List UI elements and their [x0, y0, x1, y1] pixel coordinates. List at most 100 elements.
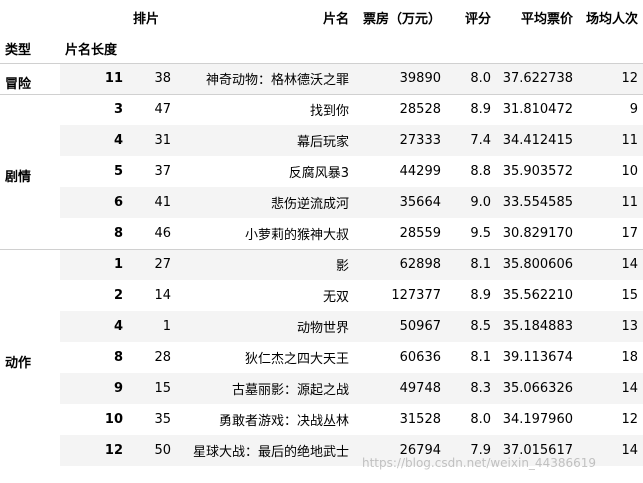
box-office-cell: 44299	[354, 156, 446, 187]
paipian-cell: 28	[128, 342, 176, 373]
avg-price-cell: 33.554585	[496, 187, 578, 218]
paipian-cell: 27	[128, 248, 176, 280]
box-office-cell: 39890	[354, 62, 446, 94]
paipian-cell: 37	[128, 156, 176, 187]
header-blank	[496, 34, 578, 64]
box-office-cell: 35664	[354, 187, 446, 218]
score-cell: 8.5	[446, 311, 496, 342]
paipian-cell: 38	[128, 62, 176, 94]
avg-viewers-cell: 9	[578, 93, 643, 125]
header-blank	[128, 34, 176, 64]
title-cell: 反腐风暴3	[176, 156, 354, 187]
title-cell: 神奇动物：格林德沃之罪	[176, 62, 354, 94]
title-cell: 影	[176, 248, 354, 280]
paipian-cell: 46	[128, 218, 176, 249]
title-cell: 古墓丽影：源起之战	[176, 373, 354, 404]
box-office-cell: 26794	[354, 435, 446, 466]
column-header-score: 评分	[464, 11, 491, 27]
score-cell: 9.0	[446, 187, 496, 218]
title-length-cell: 9	[60, 373, 128, 404]
column-header-title: 片名	[322, 11, 349, 27]
avg-price-cell: 39.113674	[496, 342, 578, 373]
table-row: 2 14 无双 127377 8.9 35.562210 15	[0, 280, 643, 311]
paipian-cell: 47	[128, 93, 176, 125]
column-header-box-office: 票房（万元）	[362, 11, 441, 27]
avg-price-cell: 35.066326	[496, 373, 578, 404]
title-cell: 狄仁杰之四大天王	[176, 342, 354, 373]
dataframe-table: 排片 片名 票房（万元） 评分 平均票价 场均人次 类型 片名长度 冒险 11 …	[0, 0, 643, 466]
paipian-cell: 31	[128, 125, 176, 156]
genre-label: 剧情	[0, 93, 60, 249]
score-cell: 8.0	[446, 62, 496, 94]
title-length-cell: 4	[60, 125, 128, 156]
title-length-cell: 10	[60, 404, 128, 435]
score-cell: 8.3	[446, 373, 496, 404]
table-row: 9 15 古墓丽影：源起之战 49748 8.3 35.066326 14	[0, 373, 643, 404]
box-office-cell: 127377	[354, 280, 446, 311]
avg-viewers-cell: 14	[578, 248, 643, 280]
title-length-cell: 3	[60, 93, 128, 125]
table-row: 12 50 星球大战：最后的绝地武士 26794 7.9 37.015617 1…	[0, 435, 643, 466]
table-row: 4 31 幕后玩家 27333 7.4 34.412415 11	[0, 125, 643, 156]
title-length-cell: 8	[60, 218, 128, 249]
header-blank	[354, 34, 446, 64]
box-office-cell: 28528	[354, 93, 446, 125]
paipian-cell: 50	[128, 435, 176, 466]
paipian-cell: 35	[128, 404, 176, 435]
avg-viewers-cell: 14	[578, 435, 643, 466]
title-length-cell: 6	[60, 187, 128, 218]
title-cell: 找到你	[176, 93, 354, 125]
title-length-cell: 4	[60, 311, 128, 342]
avg-viewers-cell: 14	[578, 373, 643, 404]
avg-viewers-cell: 18	[578, 342, 643, 373]
avg-viewers-cell: 12	[578, 404, 643, 435]
paipian-cell: 1	[128, 311, 176, 342]
avg-viewers-cell: 11	[578, 125, 643, 156]
header-blank	[0, 0, 60, 34]
genre-label: 冒险	[0, 62, 60, 94]
header-blank	[176, 34, 354, 64]
index-header-row: 类型 片名长度	[0, 34, 643, 64]
table-row: 冒险 11 38 神奇动物：格林德沃之罪 39890 8.0 37.622738…	[0, 62, 643, 94]
title-length-cell: 8	[60, 342, 128, 373]
paipian-cell: 41	[128, 187, 176, 218]
title-cell: 悲伤逆流成河	[176, 187, 354, 218]
header-blank	[60, 0, 128, 34]
table-row: 10 35 勇敢者游戏：决战丛林 31528 8.0 34.197960 12	[0, 404, 643, 435]
title-cell: 无双	[176, 280, 354, 311]
avg-price-cell: 30.829170	[496, 218, 578, 249]
avg-viewers-cell: 10	[578, 156, 643, 187]
avg-price-cell: 37.015617	[496, 435, 578, 466]
title-length-cell: 12	[60, 435, 128, 466]
column-header-row: 排片 片名 票房（万元） 评分 平均票价 场均人次	[0, 0, 643, 34]
score-cell: 7.9	[446, 435, 496, 466]
box-office-cell: 60636	[354, 342, 446, 373]
title-cell: 动物世界	[176, 311, 354, 342]
column-header-avg-price: 平均票价	[520, 11, 573, 27]
table-row: 5 37 反腐风暴3 44299 8.8 35.903572 10	[0, 156, 643, 187]
box-office-cell: 50967	[354, 311, 446, 342]
avg-viewers-cell: 15	[578, 280, 643, 311]
avg-price-cell: 35.184883	[496, 311, 578, 342]
title-length-cell: 1	[60, 248, 128, 280]
avg-viewers-cell: 17	[578, 218, 643, 249]
avg-price-cell: 31.810472	[496, 93, 578, 125]
avg-price-cell: 35.562210	[496, 280, 578, 311]
score-cell: 8.1	[446, 248, 496, 280]
paipian-cell: 15	[128, 373, 176, 404]
title-cell: 星球大战：最后的绝地武士	[176, 435, 354, 466]
index-header-title-length: 片名长度	[60, 34, 128, 64]
avg-price-cell: 34.412415	[496, 125, 578, 156]
box-office-cell: 31528	[354, 404, 446, 435]
title-length-cell: 5	[60, 156, 128, 187]
avg-price-cell: 35.903572	[496, 156, 578, 187]
score-cell: 8.8	[446, 156, 496, 187]
table-row: 8 28 狄仁杰之四大天王 60636 8.1 39.113674 18	[0, 342, 643, 373]
score-cell: 7.4	[446, 125, 496, 156]
avg-price-cell: 34.197960	[496, 404, 578, 435]
title-cell: 勇敢者游戏：决战丛林	[176, 404, 354, 435]
avg-price-cell: 37.622738	[496, 62, 578, 94]
score-cell: 8.0	[446, 404, 496, 435]
title-length-cell: 2	[60, 280, 128, 311]
avg-viewers-cell: 13	[578, 311, 643, 342]
